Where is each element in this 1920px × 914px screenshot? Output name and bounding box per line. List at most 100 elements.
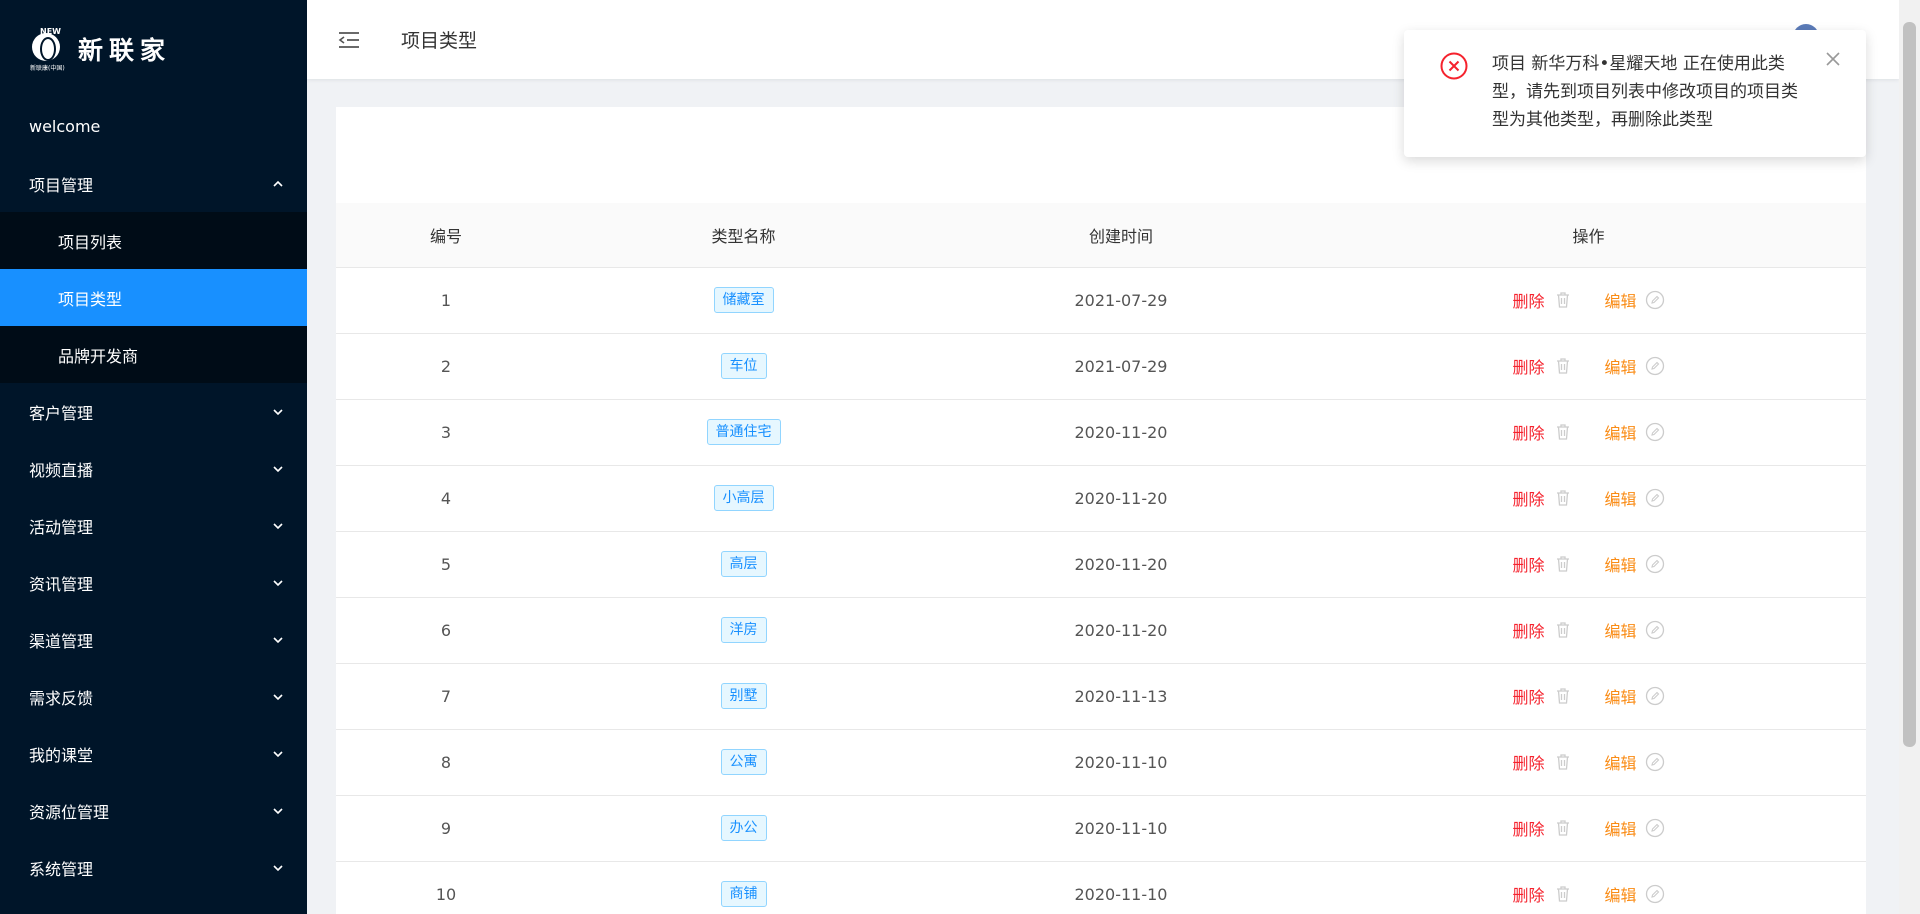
- sidebar-item-label: 项目类型: [58, 289, 123, 309]
- sidebar-item-0[interactable]: 客户管理: [0, 383, 307, 440]
- type-tag: 公寓: [720, 749, 767, 775]
- table-row: 3 普通住宅 2020-11-20 删除 编辑: [336, 399, 1866, 466]
- edit-button[interactable]: 编辑: [1605, 882, 1637, 906]
- edit-button[interactable]: 编辑: [1605, 552, 1637, 576]
- sidebar-item-label: 视频直播: [29, 460, 94, 480]
- table-row: 9 办公 2020-11-10 删除 编辑: [336, 795, 1866, 862]
- cell-type: 储藏室: [556, 267, 931, 334]
- logo[interactable]: NEW 新联康(中国) 新联家: [0, 0, 307, 98]
- edit-button[interactable]: 编辑: [1605, 354, 1637, 378]
- type-tag: 洋房: [720, 617, 767, 643]
- delete-button[interactable]: 删除: [1512, 288, 1544, 312]
- cell-time: 2020-11-10: [931, 861, 1311, 914]
- delete-button[interactable]: 删除: [1512, 750, 1544, 774]
- type-tag: 办公: [720, 815, 767, 841]
- delete-button[interactable]: 删除: [1512, 420, 1544, 444]
- edit-icon[interactable]: [1645, 290, 1665, 310]
- type-tag: 高层: [720, 551, 767, 577]
- trash-icon[interactable]: [1553, 488, 1573, 508]
- delete-button[interactable]: 删除: [1512, 552, 1544, 576]
- edit-icon[interactable]: [1645, 686, 1665, 706]
- chevron-down-icon: [272, 463, 284, 475]
- sidebar-item-7[interactable]: 资源位管理: [0, 782, 307, 839]
- cell-time: 2020-11-10: [931, 795, 1311, 862]
- trash-icon[interactable]: [1553, 422, 1573, 442]
- menu-fold-icon[interactable]: [337, 28, 361, 52]
- type-tag: 小高层: [713, 485, 774, 511]
- cell-time: 2020-11-20: [931, 531, 1311, 598]
- edit-icon[interactable]: [1645, 488, 1665, 508]
- trash-icon[interactable]: [1553, 554, 1573, 574]
- delete-button[interactable]: 删除: [1512, 486, 1544, 510]
- sidebar-item-label: 客户管理: [29, 403, 94, 423]
- delete-button[interactable]: 删除: [1512, 684, 1544, 708]
- trash-icon[interactable]: [1553, 884, 1573, 904]
- trash-icon[interactable]: [1553, 290, 1573, 310]
- edit-icon[interactable]: [1645, 884, 1665, 904]
- edit-icon[interactable]: [1645, 554, 1665, 574]
- cell-time: 2020-11-13: [931, 663, 1311, 730]
- chevron-down-icon: [272, 748, 284, 760]
- scrollbar-thumb[interactable]: [1903, 22, 1916, 747]
- cell-type: 公寓: [556, 729, 931, 796]
- delete-button[interactable]: 删除: [1512, 618, 1544, 642]
- edit-icon[interactable]: [1645, 752, 1665, 772]
- delete-button[interactable]: 删除: [1512, 816, 1544, 840]
- sidebar-item-1[interactable]: 视频直播: [0, 440, 307, 497]
- cell-number: 5: [336, 531, 556, 598]
- edit-icon[interactable]: [1645, 620, 1665, 640]
- error-notification: 项目 新华万科•星耀天地 正在使用此类型，请先到项目列表中修改项目的项目类型为其…: [1404, 30, 1866, 157]
- main-content: 编号 类型名称 创建时间 操作 1 储藏室 2021-07-29 删除 编辑 2 车位 202…: [336, 107, 1866, 914]
- sidebar-item-3[interactable]: 资讯管理: [0, 554, 307, 611]
- trash-icon[interactable]: [1553, 818, 1573, 838]
- cell-operations: 删除 编辑: [1311, 861, 1866, 914]
- sidebar-item-2[interactable]: 活动管理: [0, 497, 307, 554]
- edit-icon[interactable]: [1645, 818, 1665, 838]
- error-circle-icon: [1440, 52, 1468, 80]
- sidebar-item-project-mgmt[interactable]: 项目管理: [0, 155, 307, 212]
- sidebar-item-4[interactable]: 渠道管理: [0, 611, 307, 668]
- sidebar-item-6[interactable]: 我的课堂: [0, 725, 307, 782]
- page-scrollbar[interactable]: [1899, 0, 1920, 914]
- edit-icon[interactable]: [1645, 356, 1665, 376]
- close-icon[interactable]: [1824, 50, 1842, 68]
- sidebar-item-welcome[interactable]: welcome: [0, 98, 307, 155]
- trash-icon[interactable]: [1553, 686, 1573, 706]
- trash-icon[interactable]: [1553, 356, 1573, 376]
- trash-icon[interactable]: [1553, 620, 1573, 640]
- sidebar-item-label: 资源位管理: [29, 802, 110, 822]
- cell-time: 2020-11-10: [931, 729, 1311, 796]
- edit-button[interactable]: 编辑: [1605, 420, 1637, 444]
- chevron-down-icon: [272, 520, 284, 532]
- column-header-time: 创建时间: [931, 203, 1311, 268]
- sidebar-item-project-type[interactable]: 项目类型: [0, 269, 307, 326]
- trash-icon[interactable]: [1553, 752, 1573, 772]
- edit-button[interactable]: 编辑: [1605, 750, 1637, 774]
- edit-icon[interactable]: [1645, 422, 1665, 442]
- project-type-table: 编号 类型名称 创建时间 操作 1 储藏室 2021-07-29 删除 编辑 2 车位 202…: [336, 203, 1866, 914]
- delete-button[interactable]: 删除: [1512, 354, 1544, 378]
- submenu-project-mgmt: 项目列表 项目类型 品牌开发商: [0, 212, 307, 383]
- cell-number: 7: [336, 663, 556, 730]
- sidebar-item-brand-developer[interactable]: 品牌开发商: [0, 326, 307, 383]
- table-row: 5 高层 2020-11-20 删除 编辑: [336, 531, 1866, 598]
- chevron-down-icon: [272, 691, 284, 703]
- edit-button[interactable]: 编辑: [1605, 816, 1637, 840]
- edit-button[interactable]: 编辑: [1605, 486, 1637, 510]
- edit-button[interactable]: 编辑: [1605, 684, 1637, 708]
- sidebar-item-label: 品牌开发商: [58, 346, 139, 366]
- edit-button[interactable]: 编辑: [1605, 288, 1637, 312]
- chevron-up-icon: [272, 178, 284, 190]
- edit-button[interactable]: 编辑: [1605, 618, 1637, 642]
- sidebar-item-label: 渠道管理: [29, 631, 94, 651]
- delete-button[interactable]: 删除: [1512, 882, 1544, 906]
- chevron-down-icon: [272, 862, 284, 874]
- chevron-down-icon: [272, 577, 284, 589]
- cell-type: 商铺: [556, 861, 931, 914]
- type-tag: 车位: [720, 353, 767, 379]
- sidebar-item-project-list[interactable]: 项目列表: [0, 212, 307, 269]
- sidebar-item-5[interactable]: 需求反馈: [0, 668, 307, 725]
- sidebar-item-8[interactable]: 系统管理: [0, 839, 307, 896]
- cell-operations: 删除 编辑: [1311, 663, 1866, 730]
- table-row: 8 公寓 2020-11-10 删除 编辑: [336, 729, 1866, 796]
